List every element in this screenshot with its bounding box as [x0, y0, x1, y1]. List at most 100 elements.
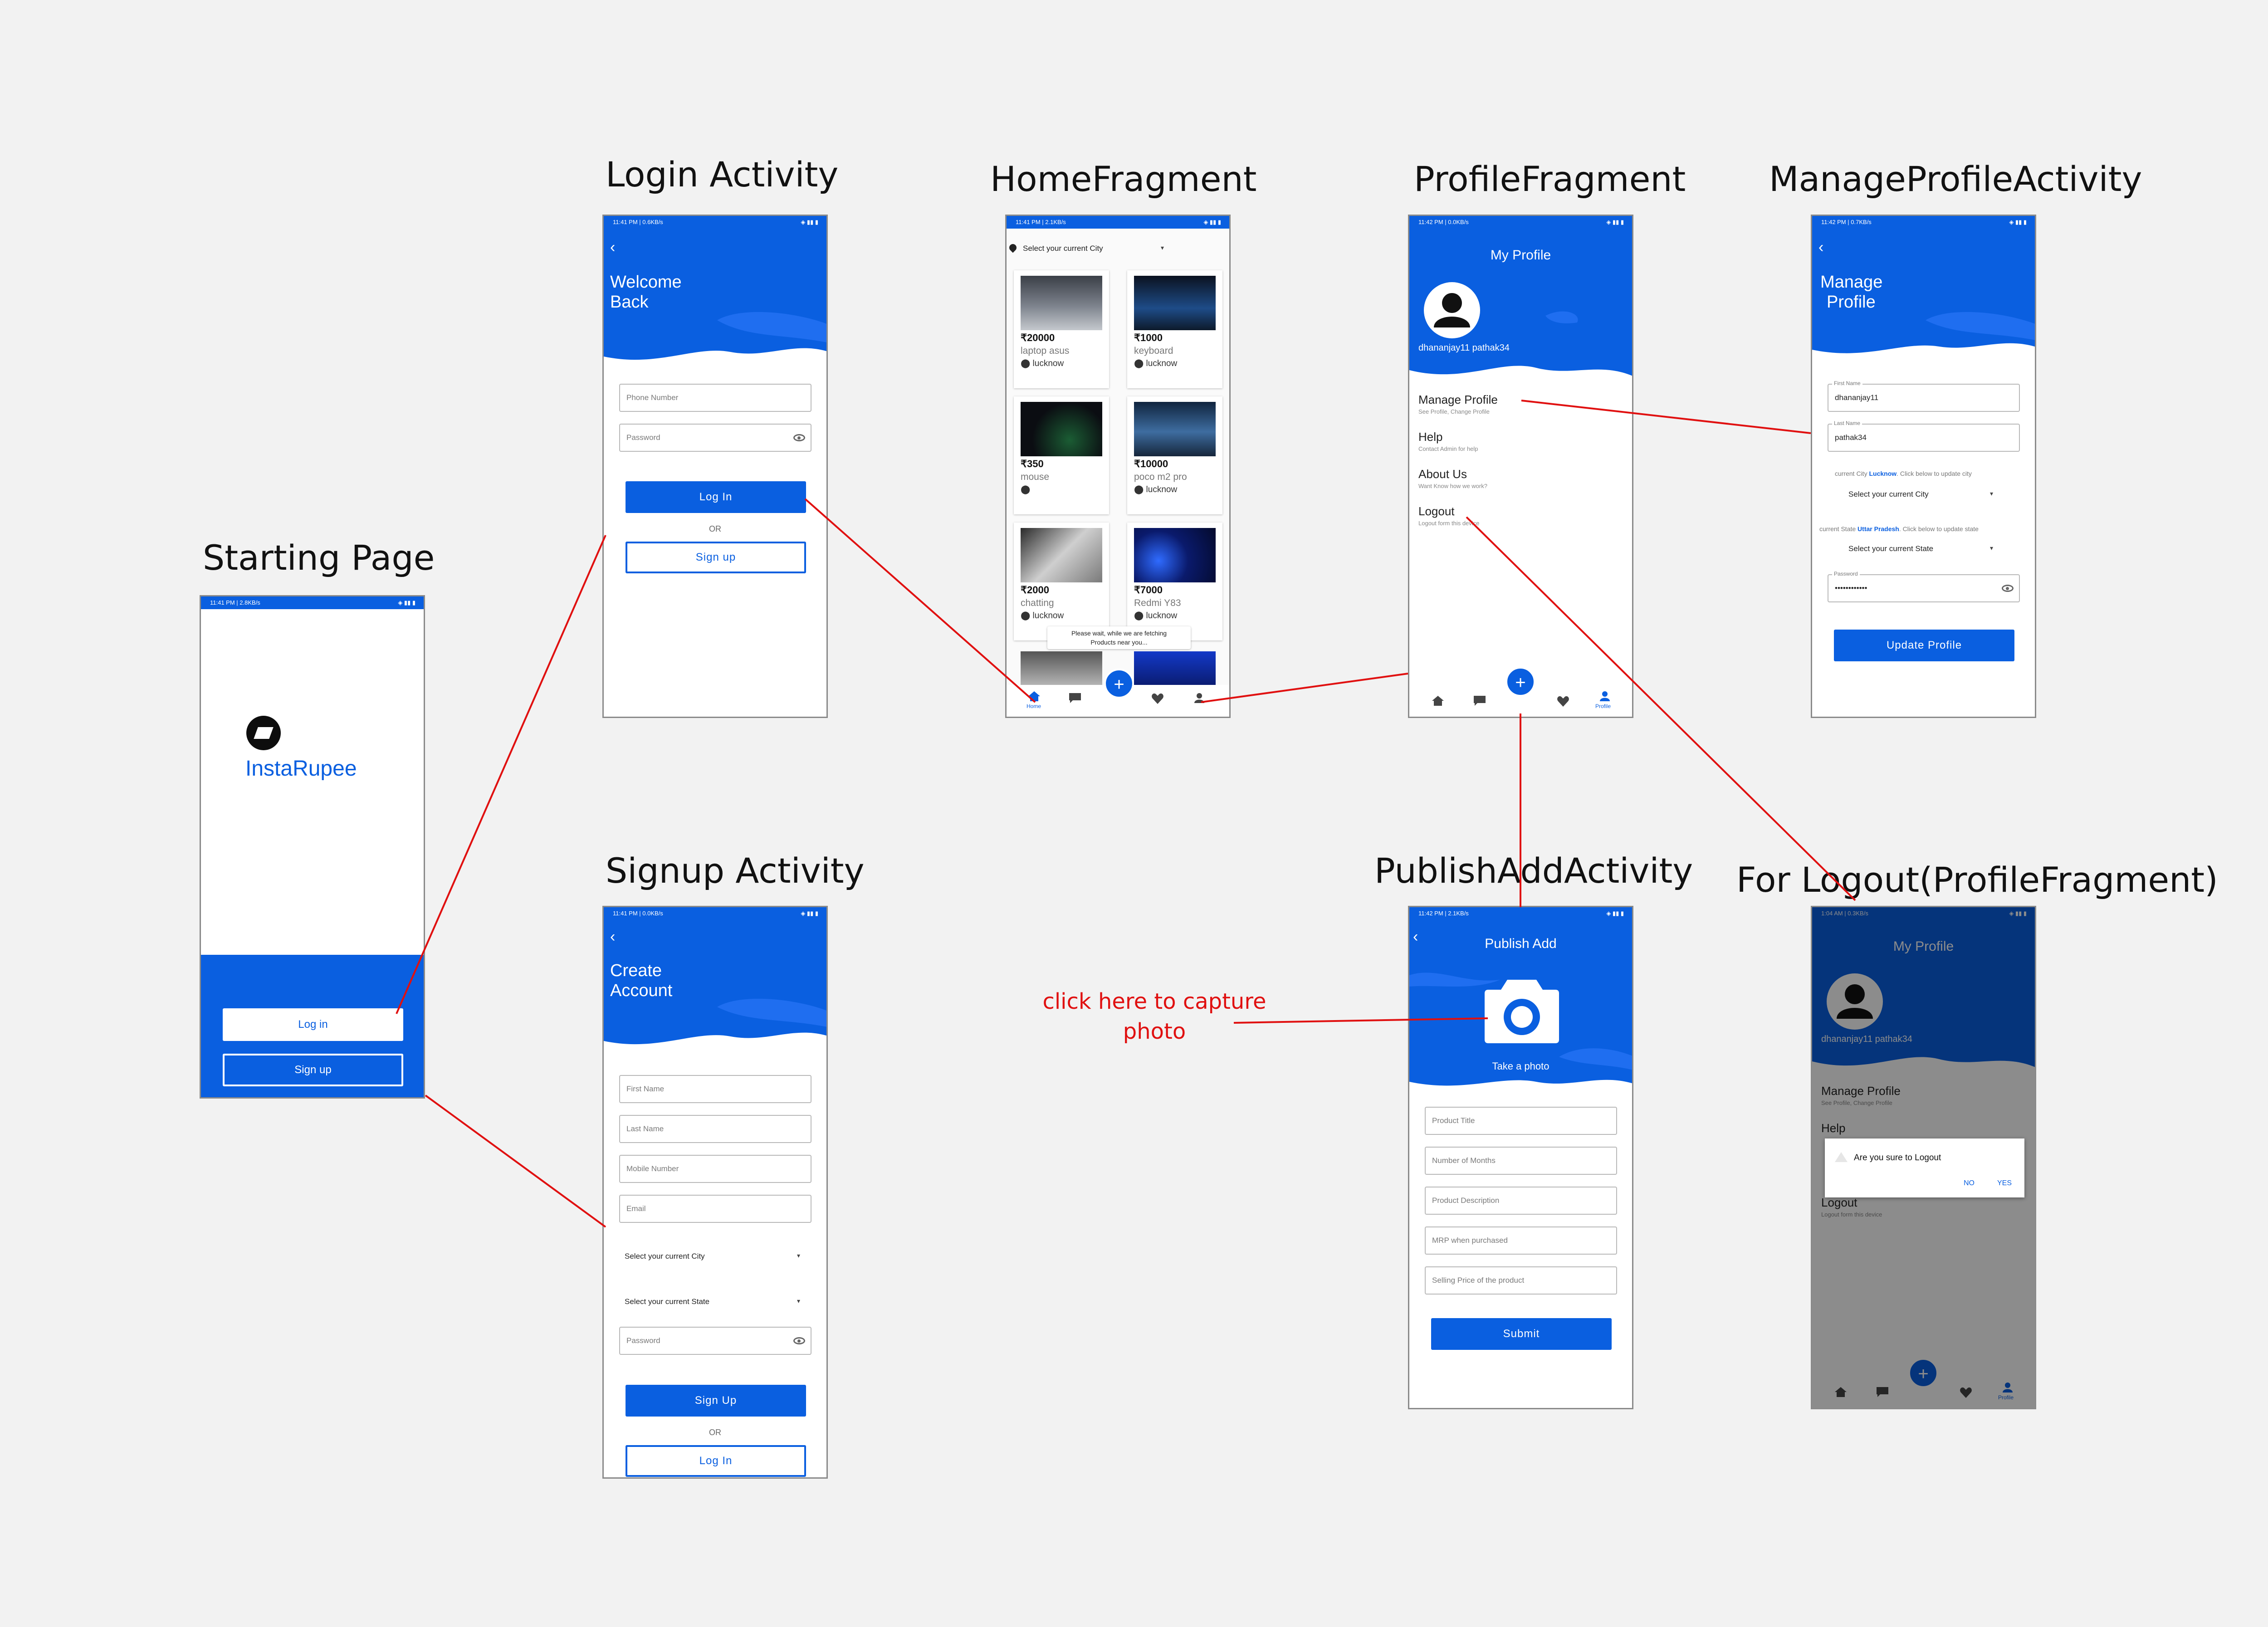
- product-price: ₹7000: [1134, 584, 1163, 596]
- login-button[interactable]: Log in: [223, 1008, 403, 1041]
- last-name-field[interactable]: pathak34: [1828, 424, 2020, 452]
- heart-icon[interactable]: [1152, 693, 1163, 704]
- signup-button[interactable]: Sign up: [223, 1054, 403, 1086]
- product-location: ⬤ lucknow: [1134, 611, 1178, 621]
- product-card[interactable]: ₹20000 laptop asus ⬤ lucknow: [1014, 270, 1109, 388]
- product-card[interactable]: ₹7000 Redmi Y83 ⬤ lucknow: [1127, 523, 1222, 640]
- back-arrow-icon[interactable]: ‹: [1818, 239, 1823, 256]
- password-field[interactable]: Password: [619, 1327, 811, 1355]
- mobile-number-field[interactable]: Mobile Number: [619, 1155, 811, 1183]
- chat-icon[interactable]: [1069, 693, 1081, 703]
- dialog-message: Are you sure to Logout: [1854, 1153, 1941, 1163]
- eye-icon[interactable]: [793, 434, 805, 441]
- last-name-label: Last Name: [1832, 420, 1862, 426]
- label-login-activity: Login Activity: [606, 154, 839, 195]
- password-label: Password: [1832, 571, 1860, 577]
- product-card[interactable]: ₹2000 chatting ⬤ lucknow: [1014, 523, 1109, 640]
- nav-profile-label[interactable]: Profile: [1595, 703, 1611, 709]
- phone-number-field[interactable]: Phone Number: [619, 384, 811, 412]
- product-card[interactable]: ₹10000 poco m2 pro ⬤ lucknow: [1127, 396, 1222, 514]
- first-name-field[interactable]: dhananjay11: [1828, 384, 2020, 412]
- product-name: keyboard: [1134, 346, 1173, 356]
- publish-add-activity-screen: 11:42 PM | 2.1KB/s ◈ ▮▮ ▮ ‹ Publish Add T…: [1408, 906, 1633, 1409]
- connector-start-to-login: [396, 535, 606, 1014]
- first-name-field[interactable]: First Name: [619, 1075, 811, 1103]
- label-starting-page: Starting Page: [203, 537, 435, 578]
- city-select[interactable]: Select your current City: [1848, 490, 1929, 499]
- login-button[interactable]: Log In: [626, 1445, 806, 1477]
- state-chevron-down-icon[interactable]: ▾: [797, 1297, 800, 1305]
- product-title-field[interactable]: Product Title: [1425, 1107, 1617, 1135]
- status-bar: 11:41 PM | 2.1KB/s ◈ ▮▮ ▮: [1007, 216, 1229, 229]
- product-description-field[interactable]: Product Description: [1425, 1187, 1617, 1215]
- add-button[interactable]: +: [1505, 667, 1535, 697]
- mrp-field[interactable]: MRP when purchased: [1425, 1226, 1617, 1255]
- product-image: [1134, 276, 1216, 330]
- eye-icon[interactable]: [2002, 585, 2014, 592]
- location-pin-icon: ⬤: [1021, 359, 1033, 368]
- product-location: ⬤ lucknow: [1021, 359, 1064, 368]
- menu-manage-profile[interactable]: Manage Profile: [1418, 393, 1498, 407]
- menu-about-us[interactable]: About Us: [1418, 467, 1467, 481]
- label-signup-activity: Signup Activity: [606, 850, 865, 891]
- product-price: ₹1000: [1134, 332, 1163, 343]
- partial-product-image: [1021, 651, 1102, 688]
- label-publish-add-activity: PublishAddActivity: [1374, 850, 1693, 891]
- home-icon[interactable]: [1432, 696, 1444, 706]
- take-photo-label[interactable]: Take a photo: [1409, 1060, 1632, 1072]
- product-name: mouse: [1021, 472, 1050, 482]
- camera-icon[interactable]: [1485, 980, 1559, 1043]
- menu-logout-subtitle: Logout form this device: [1418, 520, 1480, 527]
- person-icon[interactable]: [1600, 691, 1610, 701]
- login-button[interactable]: Log In: [626, 481, 806, 513]
- product-card[interactable]: ₹350 mouse ⬤: [1014, 396, 1109, 514]
- update-profile-button[interactable]: Update Profile: [1834, 630, 2014, 661]
- capture-photo-note-line2: photo: [1123, 1019, 1186, 1044]
- dialog-yes-button[interactable]: YES: [1997, 1179, 2012, 1187]
- person-icon: [1434, 293, 1470, 327]
- or-separator: OR: [709, 524, 721, 533]
- number-of-months-field[interactable]: Number of Months: [1425, 1147, 1617, 1175]
- connector-login-to-home: [804, 498, 1036, 703]
- signup-button[interactable]: Sign Up: [626, 1385, 806, 1417]
- product-card[interactable]: ₹1000 keyboard ⬤ lucknow: [1127, 270, 1222, 388]
- partial-product-image: [1134, 651, 1216, 688]
- city-chevron-down-icon[interactable]: ▾: [1161, 244, 1164, 252]
- or-separator: OR: [709, 1428, 721, 1437]
- add-button[interactable]: +: [1104, 669, 1134, 699]
- back-arrow-icon[interactable]: ‹: [610, 239, 615, 256]
- menu-help[interactable]: Help: [1418, 430, 1442, 444]
- state-select[interactable]: Select your current State: [625, 1297, 709, 1306]
- email-field[interactable]: Email: [619, 1195, 811, 1223]
- person-icon[interactable]: [1194, 693, 1204, 703]
- state-select[interactable]: Select your current State: [1848, 544, 1933, 553]
- warning-icon: [1835, 1152, 1848, 1162]
- home-icon[interactable]: [1028, 691, 1040, 701]
- password-field[interactable]: Password: [619, 424, 811, 452]
- city-chevron-down-icon[interactable]: ▾: [797, 1252, 800, 1260]
- product-price: ₹350: [1021, 458, 1044, 469]
- last-name-field[interactable]: Last Name: [619, 1115, 811, 1143]
- city-select[interactable]: Select your current City: [625, 1252, 705, 1261]
- chat-icon[interactable]: [1474, 696, 1486, 706]
- product-name: chatting: [1021, 598, 1054, 608]
- state-chevron-down-icon[interactable]: ▾: [1990, 544, 1993, 552]
- selling-price-field[interactable]: Selling Price of the product: [1425, 1266, 1617, 1295]
- signup-button[interactable]: Sign up: [626, 542, 806, 573]
- password-field[interactable]: ••••••••••••: [1828, 574, 2020, 602]
- dialog-no-button[interactable]: NO: [1964, 1179, 1975, 1187]
- capture-photo-note-line1: click here to capture: [1042, 989, 1266, 1014]
- heart-icon[interactable]: [1557, 696, 1569, 707]
- starting-page-screen: 11:41 PM | 2.8KB/s ◈ ▮▮ ▮ InstaRupee Log …: [200, 595, 425, 1099]
- nav-home-label[interactable]: Home: [1026, 703, 1041, 709]
- back-arrow-icon[interactable]: ‹: [610, 928, 615, 946]
- eye-icon[interactable]: [793, 1337, 805, 1344]
- city-chevron-down-icon[interactable]: ▾: [1990, 490, 1993, 498]
- menu-logout[interactable]: Logout: [1418, 504, 1455, 518]
- submit-button[interactable]: Submit: [1431, 1318, 1612, 1350]
- logout-screen: 1:04 AM | 0.3KB/s ◈ ▮▮ ▮ My Profile dhana…: [1811, 906, 2036, 1409]
- city-select[interactable]: Select your current City: [1023, 244, 1103, 253]
- current-state-text: current State Uttar Pradesh. Click below…: [1819, 525, 1979, 533]
- product-location: ⬤: [1021, 484, 1030, 495]
- page-title: My Profile: [1490, 248, 1551, 263]
